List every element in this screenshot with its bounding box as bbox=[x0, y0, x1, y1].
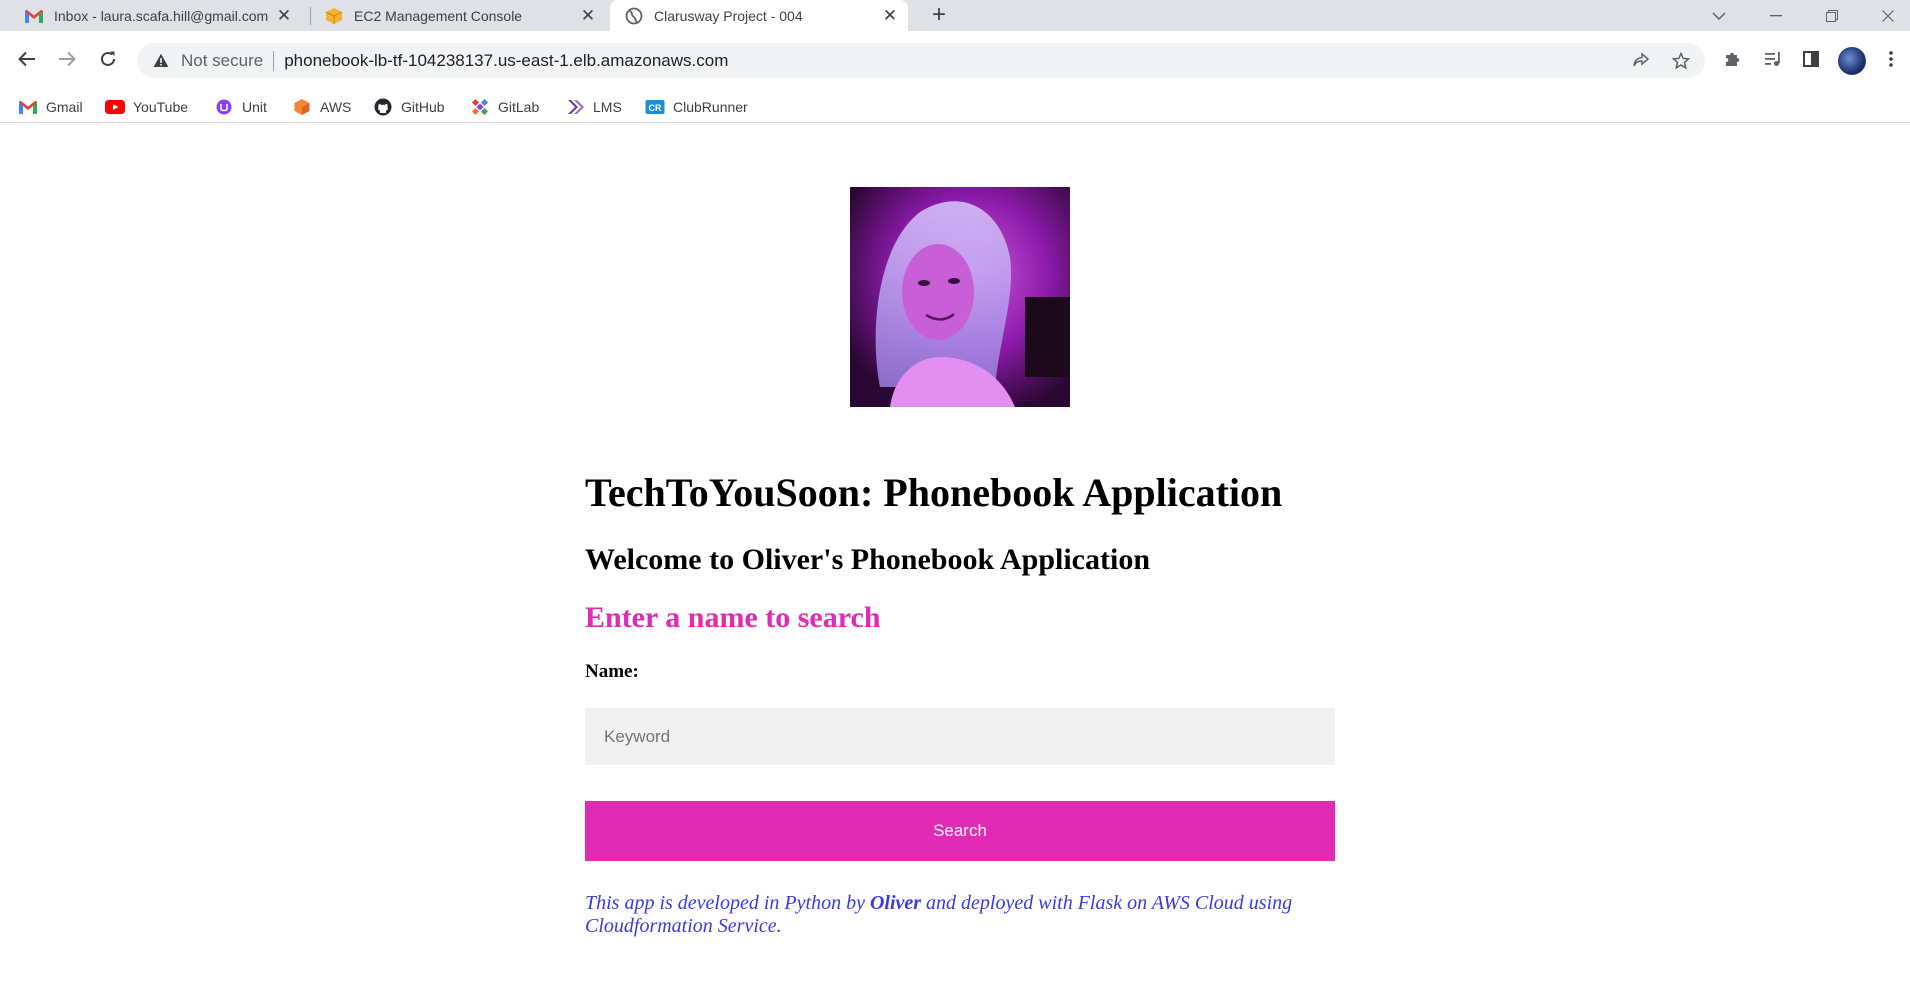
bookmark-label: Unit bbox=[242, 99, 267, 115]
aws-box-icon bbox=[324, 6, 344, 26]
tab-clarusway-project[interactable]: Clarusway Project - 004 ✕ bbox=[610, 0, 908, 31]
bookmark-label: GitHub bbox=[401, 99, 445, 115]
bookmark-clubrunner[interactable]: CR ClubRunner bbox=[645, 96, 748, 118]
bookmark-lms[interactable]: LMS bbox=[565, 96, 622, 118]
aws-icon bbox=[292, 97, 312, 117]
tab-search-icon[interactable] bbox=[1693, 0, 1745, 31]
share-icon[interactable] bbox=[1631, 51, 1651, 71]
gmail-icon bbox=[24, 6, 44, 26]
gitlab-icon bbox=[470, 97, 490, 117]
reload-icon[interactable] bbox=[93, 44, 123, 74]
warning-icon[interactable] bbox=[151, 51, 171, 71]
profile-photo bbox=[850, 187, 1070, 407]
tab-strip: Inbox - laura.scafa.hill@gmail.com ✕ EC2… bbox=[0, 0, 1910, 31]
bookmark-label: ClubRunner bbox=[673, 99, 748, 115]
profile-avatar[interactable] bbox=[1838, 47, 1866, 75]
bookmark-youtube[interactable]: YouTube bbox=[105, 96, 188, 118]
bookmark-label: LMS bbox=[593, 99, 622, 115]
github-icon bbox=[373, 97, 393, 117]
bookmark-label: Gmail bbox=[46, 99, 83, 115]
tab-title: EC2 Management Console bbox=[354, 7, 523, 24]
tab-title: Inbox - laura.scafa.hill@gmail.com bbox=[54, 7, 269, 24]
tab-gmail-inbox[interactable]: Inbox - laura.scafa.hill@gmail.com ✕ bbox=[0, 0, 302, 31]
minimize-icon[interactable] bbox=[1750, 0, 1802, 31]
close-tab-icon[interactable]: ✕ bbox=[274, 6, 294, 26]
bookmark-github[interactable]: GitHub bbox=[373, 96, 445, 118]
lms-icon bbox=[565, 97, 585, 117]
bookmark-unit[interactable]: Unit bbox=[214, 96, 267, 118]
footer-credit: This app is developed in Python by Olive… bbox=[585, 892, 1345, 938]
bookmark-star-icon[interactable] bbox=[1671, 51, 1691, 71]
footer-prefix: This app is developed in Python by bbox=[585, 892, 870, 914]
keyword-input[interactable] bbox=[585, 708, 1335, 765]
footer-author: Oliver bbox=[869, 892, 922, 914]
globe-icon bbox=[624, 6, 644, 26]
tab-ec2-console[interactable]: EC2 Management Console ✕ bbox=[300, 0, 606, 31]
page-title: TechToYouSoon: Phonebook Application bbox=[585, 470, 1283, 515]
close-window-icon[interactable] bbox=[1862, 0, 1910, 31]
restore-icon[interactable] bbox=[1806, 0, 1858, 31]
close-tab-icon[interactable]: ✕ bbox=[880, 6, 900, 26]
security-label[interactable]: Not secure bbox=[181, 51, 263, 71]
bookmark-aws[interactable]: AWS bbox=[292, 96, 351, 118]
extensions-puzzle-icon[interactable] bbox=[1720, 47, 1744, 71]
bookmark-gitlab[interactable]: GitLab bbox=[470, 96, 539, 118]
page-content: TechToYouSoon: Phonebook Application Wel… bbox=[0, 124, 1910, 1003]
close-tab-icon[interactable]: ✕ bbox=[578, 6, 598, 26]
svg-text:CR: CR bbox=[649, 103, 662, 113]
search-button[interactable]: Search bbox=[585, 801, 1335, 861]
gmail-icon bbox=[18, 97, 38, 117]
back-arrow-icon[interactable] bbox=[12, 44, 42, 74]
name-label: Name: bbox=[585, 661, 639, 682]
address-bar[interactable]: Not secure phonebook-lb-tf-104238137.us-… bbox=[137, 43, 1705, 78]
forward-arrow-icon[interactable] bbox=[52, 44, 82, 74]
bookmark-gmail[interactable]: Gmail bbox=[18, 96, 83, 118]
welcome-heading: Welcome to Oliver's Phonebook Applicatio… bbox=[585, 543, 1151, 576]
tab-title: Clarusway Project - 004 bbox=[654, 7, 803, 24]
bookmark-label: AWS bbox=[320, 99, 352, 115]
search-prompt-heading: Enter a name to search bbox=[585, 601, 881, 634]
menu-kebab-icon[interactable] bbox=[1879, 47, 1903, 71]
new-tab-button[interactable]: + bbox=[925, 1, 953, 29]
youtube-icon bbox=[105, 97, 125, 117]
url-text[interactable]: phonebook-lb-tf-104238137.us-east-1.elb.… bbox=[284, 51, 728, 71]
browser-toolbar: Not secure phonebook-lb-tf-104238137.us-… bbox=[0, 31, 1910, 90]
media-queue-icon[interactable] bbox=[1761, 47, 1785, 71]
side-panel-icon[interactable] bbox=[1799, 47, 1823, 71]
clubrunner-icon: CR bbox=[645, 97, 665, 117]
address-divider bbox=[273, 50, 275, 71]
unit-icon bbox=[214, 97, 234, 117]
bookmarks-bar: Gmail YouTube Unit AWS GitHub GitLab LMS… bbox=[0, 90, 1910, 123]
bookmark-label: GitLab bbox=[498, 99, 540, 115]
bookmark-label: YouTube bbox=[133, 99, 189, 115]
